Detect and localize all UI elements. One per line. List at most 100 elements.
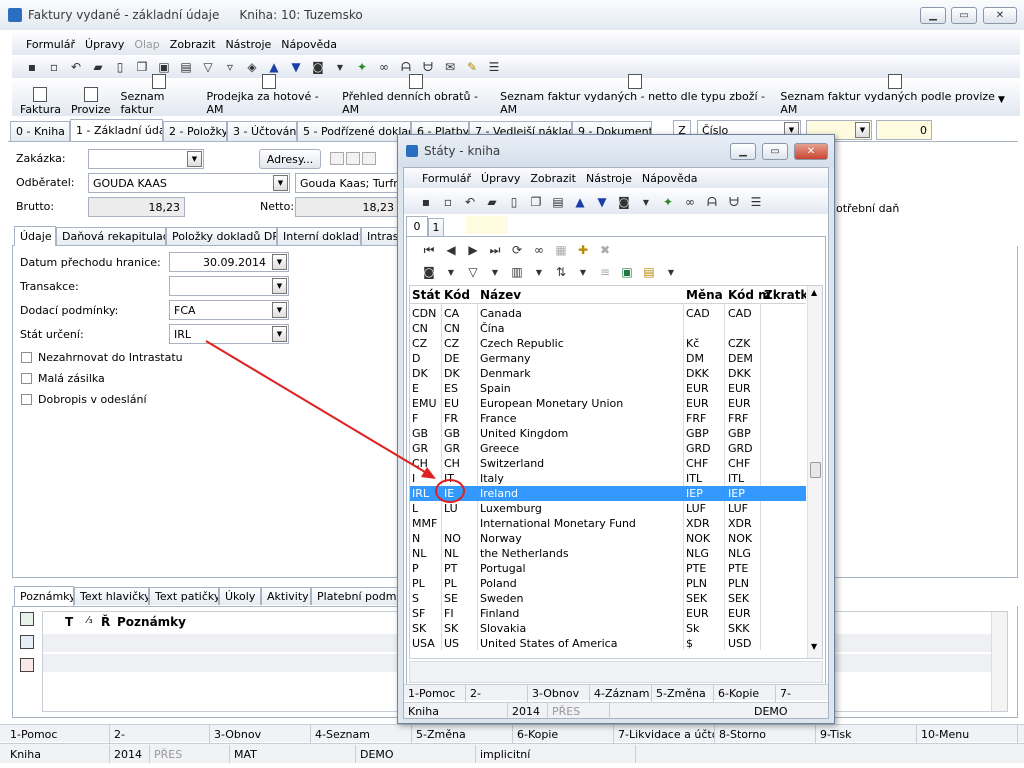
tab-zakladni-udaje[interactable]: 1 - Základní údaje bbox=[70, 119, 163, 141]
menu-olap[interactable]: Olap bbox=[134, 38, 159, 51]
tab-intrastat[interactable]: Intras bbox=[361, 227, 399, 245]
fkey-9[interactable]: 9-Tisk bbox=[816, 725, 917, 743]
table-row[interactable]: SK SK Slovakia Sk SKK bbox=[410, 621, 806, 636]
tab-polozky-dokladu-dph[interactable]: Položky dokladů DPH bbox=[166, 227, 277, 245]
fkey-10[interactable]: 10-Menu bbox=[917, 725, 1018, 743]
dropdown-arrow-icon[interactable]: ▼ bbox=[332, 59, 348, 75]
lock-icon[interactable]: ▣ bbox=[156, 59, 172, 75]
dropdown-arrow-icon[interactable]: ▼ bbox=[487, 264, 503, 280]
dialog-maximize-button[interactable]: ▭ bbox=[762, 143, 788, 160]
undo-icon[interactable]: ↶ bbox=[462, 194, 478, 210]
next-record-icon[interactable]: ▶ bbox=[465, 242, 481, 258]
print-icon[interactable]: ▦ bbox=[553, 242, 569, 258]
dialog-fkey-3[interactable]: 3-Obnov bbox=[528, 684, 590, 702]
tab-interni-doklady[interactable]: Interní doklady bbox=[277, 227, 361, 245]
book-icon[interactable]: ▤ bbox=[550, 194, 566, 210]
dialog-fkey-4[interactable]: 4-Záznam bbox=[590, 684, 652, 702]
table-row[interactable]: DK DK Denmark DKK DKK bbox=[410, 366, 806, 381]
fkey-6[interactable]: 6-Kopie bbox=[513, 725, 614, 743]
tree-list-icon[interactable]: ≡ bbox=[597, 264, 613, 280]
binoculars-icon[interactable]: ∞ bbox=[531, 242, 547, 258]
chevron-down-icon[interactable]: ▼ bbox=[855, 122, 870, 138]
tab-platebni-podminky[interactable]: Platební podmínk bbox=[311, 587, 399, 605]
col-mena[interactable]: Měna bbox=[686, 288, 723, 302]
dropdown-arrow-icon[interactable]: ▼ bbox=[575, 264, 591, 280]
col-nazev[interactable]: Název bbox=[480, 288, 521, 302]
first-record-icon[interactable]: ⏮ bbox=[421, 242, 437, 258]
ribbon-seznam-netto[interactable]: Seznam faktur vydaných - netto dle typu … bbox=[500, 74, 770, 116]
table-row[interactable]: GR GR Greece GRD GRD bbox=[410, 441, 806, 456]
camera-icon[interactable]: ◙ bbox=[310, 59, 326, 75]
dialog-menu-upravy[interactable]: Úpravy bbox=[481, 172, 520, 185]
cislo-value-field[interactable]: 0 bbox=[876, 120, 932, 140]
copy-icon[interactable]: ❐ bbox=[134, 59, 150, 75]
camera-icon[interactable]: ◙ bbox=[421, 264, 437, 280]
excel-export-icon[interactable]: ▣ bbox=[619, 264, 635, 280]
copy-icon[interactable]: ❐ bbox=[528, 194, 544, 210]
dropdown-arrow-icon[interactable]: ▼ bbox=[638, 194, 654, 210]
tab-udaje[interactable]: Údaje bbox=[14, 226, 56, 246]
undo-icon[interactable]: ↶ bbox=[68, 59, 84, 75]
table-row[interactable]: NL NL the Netherlands NLG NLG bbox=[410, 546, 806, 561]
dropdown-arrow-icon[interactable]: ▼ bbox=[663, 264, 679, 280]
menu-zobrazit[interactable]: Zobrazit bbox=[170, 38, 216, 51]
add-note-icon[interactable] bbox=[20, 612, 34, 626]
menu-nastroje[interactable]: Nástroje bbox=[225, 38, 271, 51]
add-record-icon[interactable]: ✚ bbox=[575, 242, 591, 258]
ribbon-prehled[interactable]: Přehled denních obratů - AM bbox=[342, 74, 490, 116]
fkey-4[interactable]: 4-Seznam bbox=[311, 725, 412, 743]
filter-icon[interactable]: ▽ bbox=[200, 59, 216, 75]
ribbon-overflow-icon[interactable]: ▼ bbox=[998, 95, 1005, 105]
tab-aktivity[interactable]: Aktivity bbox=[261, 587, 311, 605]
menu-list-icon[interactable]: ☰ bbox=[486, 59, 502, 75]
table-row[interactable]: CH CH Switzerland CHF CHF bbox=[410, 456, 806, 471]
scroll-up-icon[interactable]: ▲ bbox=[811, 288, 817, 297]
dialog-tab-1[interactable]: 1 bbox=[428, 218, 444, 236]
fkey-2[interactable]: 2- bbox=[110, 725, 210, 743]
refresh-icon[interactable]: ⟳ bbox=[509, 242, 525, 258]
dropdown-arrow-icon[interactable]: ▼ bbox=[443, 264, 459, 280]
mail-icon[interactable]: ✉ bbox=[442, 59, 458, 75]
filter-icon[interactable]: ▽ bbox=[465, 264, 481, 280]
fkey-5[interactable]: 5-Změna bbox=[412, 725, 513, 743]
binoculars-edit-icon[interactable]: ᗨ bbox=[420, 59, 436, 75]
table-row[interactable]: CN CN Čína bbox=[410, 321, 806, 336]
staty-grid[interactable]: Stát Kód Název Měna Kód m Zkratk CDN CA Ca… bbox=[409, 285, 823, 659]
close-button[interactable]: ✕ bbox=[983, 7, 1017, 24]
fkey-1[interactable]: 1-Pomoc bbox=[6, 725, 110, 743]
binoculars-icon[interactable]: ∞ bbox=[376, 59, 392, 75]
tab-podrizene-doklady[interactable]: 5 - Podřízené doklady bbox=[297, 121, 411, 141]
save-close-icon[interactable]: ▫ bbox=[440, 194, 456, 210]
dialog-menu-zobrazit[interactable]: Zobrazit bbox=[530, 172, 576, 185]
grid-scrollbar[interactable]: ▲ ▼ bbox=[807, 286, 822, 658]
table-row[interactable]: CZ CZ Czech Republic Kč CZK bbox=[410, 336, 806, 351]
tab-uctovani[interactable]: 3 - Účtování bbox=[227, 121, 297, 141]
table-row[interactable]: P PT Portugal PTE PTE bbox=[410, 561, 806, 576]
table-row[interactable]: MMF International Monetary Fund XDR XDR bbox=[410, 516, 806, 531]
fkey-7[interactable]: 7-Likvidace a účtová bbox=[614, 725, 715, 743]
stack-icon[interactable]: ◈ bbox=[244, 59, 260, 75]
dialog-fkey-7[interactable]: 7- bbox=[776, 684, 828, 702]
menu-napoveda[interactable]: Nápověda bbox=[281, 38, 337, 51]
filter-edit-icon[interactable]: ▿ bbox=[222, 59, 238, 75]
table-row[interactable]: N NO Norway NOK NOK bbox=[410, 531, 806, 546]
arrow-up-icon[interactable]: ▲ bbox=[266, 59, 282, 75]
delete-record-icon[interactable]: ✖ bbox=[597, 242, 613, 258]
scroll-thumb[interactable] bbox=[810, 462, 821, 478]
table-row[interactable]: EMU EU European Monetary Union EUR EUR bbox=[410, 396, 806, 411]
dialog-close-button[interactable]: ✕ bbox=[794, 143, 828, 160]
tab-text-hlavicky[interactable]: Text hlavičky bbox=[74, 587, 149, 605]
notepad-icon[interactable]: ▤ bbox=[641, 264, 657, 280]
adresy-button[interactable]: Adresy... bbox=[259, 149, 321, 169]
notes-scrollbar[interactable] bbox=[991, 612, 1007, 711]
table-row[interactable]: SF FI Finland EUR EUR bbox=[410, 606, 806, 621]
tree-icon[interactable]: ✦ bbox=[660, 194, 676, 210]
table-row[interactable]: IRL IE Ireland IEP IEP bbox=[410, 486, 806, 501]
dialog-fkey-1[interactable]: 1-Pomoc bbox=[404, 684, 466, 702]
table-row[interactable]: L LU Luxemburg LUF LUF bbox=[410, 501, 806, 516]
columns-icon[interactable]: ▥ bbox=[509, 264, 525, 280]
copy-address-icon[interactable] bbox=[330, 152, 344, 165]
table-row[interactable]: CDN CA Canada CAD CAD bbox=[410, 306, 806, 321]
tab-kniha[interactable]: 0 - Kniha bbox=[10, 121, 70, 141]
ribbon-prodejka[interactable]: Prodejka za hotové - AM bbox=[207, 74, 333, 116]
